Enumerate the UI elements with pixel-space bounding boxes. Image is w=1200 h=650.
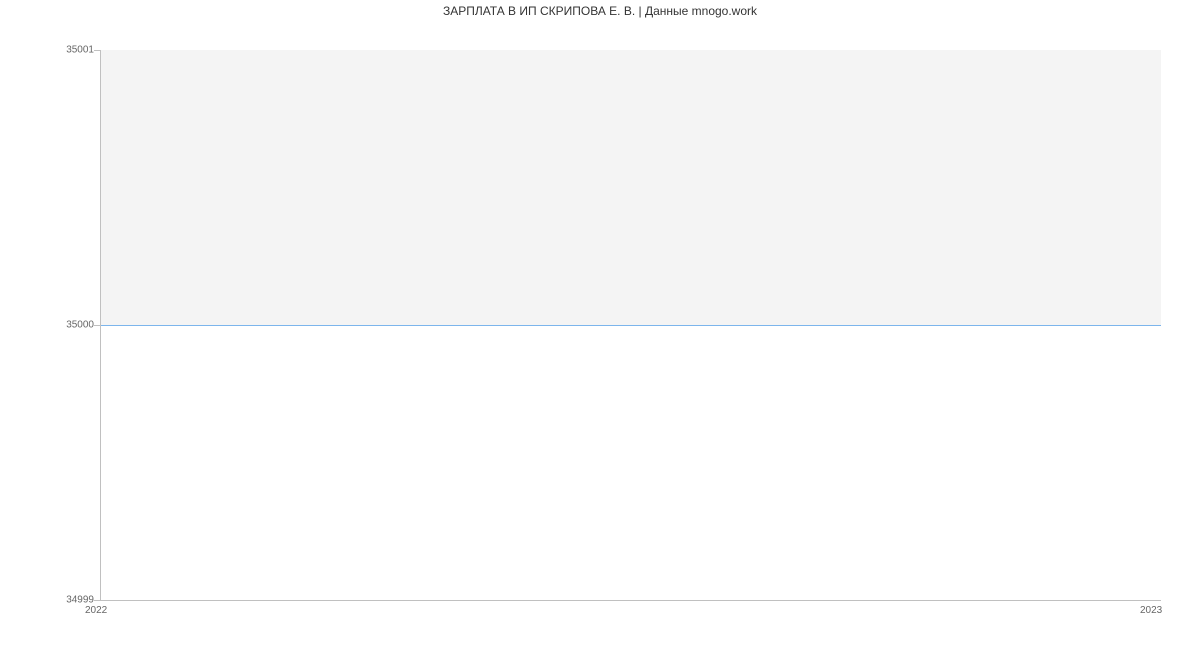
salary-series-line bbox=[101, 325, 1161, 326]
chart-title: ЗАРПЛАТА В ИП СКРИПОВА Е. В. | Данные mn… bbox=[0, 4, 1200, 18]
plot-area bbox=[100, 50, 1161, 601]
y-axis-tick-label: 34999 bbox=[54, 595, 94, 606]
y-axis-tick-label: 35000 bbox=[54, 320, 94, 331]
y-axis-tick-label: 35001 bbox=[54, 45, 94, 56]
x-axis-tick-label: 2023 bbox=[1140, 605, 1162, 616]
x-axis-tick-label: 2022 bbox=[85, 605, 107, 616]
alt-band bbox=[101, 50, 1161, 325]
salary-chart: ЗАРПЛАТА В ИП СКРИПОВА Е. В. | Данные mn… bbox=[0, 0, 1200, 650]
